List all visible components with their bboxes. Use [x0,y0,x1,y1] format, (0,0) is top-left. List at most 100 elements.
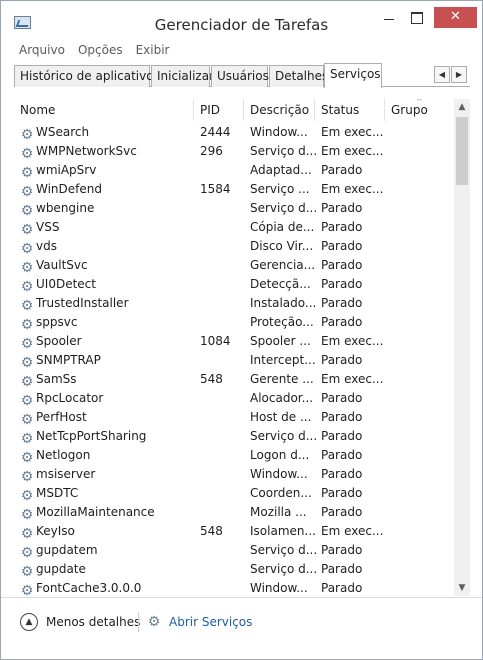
less-details-button[interactable]: ▲ Menos detalhes [20,612,140,632]
service-row[interactable]: ⚙ WinDefend 1584 Serviço ... Em exec... [14,180,454,199]
service-status: Parado [321,163,363,177]
service-group [391,218,451,237]
service-row[interactable]: ⚙ gupdate Serviço d... Parado [14,560,454,579]
service-row[interactable]: ⚙ FontCache3.0.0.0 Window... Parado [14,579,454,596]
gear-icon: ⚙ [20,127,34,142]
service-pid [200,541,244,560]
service-pid: 296 [200,144,223,158]
vertical-scrollbar[interactable]: ▲ ▼ [454,99,470,596]
service-row[interactable]: ⚙ WMPNetworkSvc 296 Serviço d... Em exec... [14,142,454,161]
service-row[interactable]: ⚙ Spooler 1084 Spooler ... Em exec... [14,332,454,351]
service-group [391,522,451,541]
service-status: Em exec... [321,182,384,196]
service-name: ⚙ VSS [20,218,196,237]
service-row[interactable]: ⚙ MozillaMaintenance Mozilla ... Parado [14,503,454,522]
service-row[interactable]: ⚙ WSearch 2444 Window... Em exec... [14,123,454,142]
service-row[interactable]: ⚙ MSDTC Coorden... Parado [14,484,454,503]
service-name: ⚙ WinDefend [20,180,196,199]
column-name[interactable]: Nome [14,99,194,121]
gear-icon: ⚙ [20,241,34,256]
task-manager-window: Gerenciador de Tarefas ✕ Arquivo Opções … [0,0,483,660]
service-row[interactable]: ⚙ RpcLocator Alocador... Parado [14,389,454,408]
tab-startup[interactable]: Inicializar [151,65,214,87]
footer-divider [138,612,139,632]
service-pid [200,465,244,484]
service-status: Parado [321,391,363,405]
scroll-up-icon[interactable]: ▲ [454,99,470,115]
service-row[interactable]: ⚙ vds Disco Vir... Parado [14,237,454,256]
service-row[interactable]: ⚙ SNMPTRAP Intercept... Parado [14,351,454,370]
menu-opcoes[interactable]: Opções [78,43,123,57]
service-pid [200,256,244,275]
service-status: Parado [321,429,363,443]
gear-icon: ⚙ [20,412,34,427]
scroll-thumb[interactable] [456,117,468,185]
service-status: Em exec... [321,372,384,386]
close-button[interactable]: ✕ [434,7,477,28]
service-row[interactable]: ⚙ SamSs 548 Gerente ... Em exec... [14,370,454,389]
gear-icon: ⚙ [20,222,34,237]
gear-icon: ⚙ [20,317,34,332]
gear-icon: ⚙ [20,507,34,522]
service-row[interactable]: ⚙ wmiApSrv Adaptad... Parado [14,161,454,180]
gear-icon: ⚙ [20,146,34,161]
service-row[interactable]: ⚙ wbengine Serviço d... Parado [14,199,454,218]
gear-icon: ⚙ [20,165,34,180]
service-row[interactable]: ⚙ TrustedInstaller Instalado... Parado [14,294,454,313]
service-row[interactable]: ⚙ VaultSvc Gerencia... Parado [14,256,454,275]
service-group [391,408,451,427]
menu-arquivo[interactable]: Arquivo [19,43,65,57]
service-row[interactable]: ⚙ KeyIso 548 Isolamen... Em exec... [14,522,454,541]
tab-scroll-left-button[interactable]: ◀ [434,66,450,83]
title-bar[interactable]: Gerenciador de Tarefas ✕ [1,1,482,39]
service-name: ⚙ SNMPTRAP [20,351,196,370]
tab-scroll-right-button[interactable]: ▶ [451,66,467,83]
column-pid[interactable]: PID [194,99,244,121]
service-name: ⚙ Spooler [20,332,196,351]
tab-app-history[interactable]: Histórico de aplicativos [14,65,160,87]
tab-services[interactable]: Serviços [324,63,382,88]
gear-icon: ⚙ [20,431,34,446]
service-name-label: WSearch [36,125,90,139]
service-name: ⚙ UI0Detect [20,275,196,294]
service-row[interactable]: ⚙ gupdatem Serviço d... Parado [14,541,454,560]
service-pid [200,351,244,370]
minimize-button[interactable] [375,7,403,29]
service-rows: ⚙ WSearch 2444 Window... Em exec... ⚙ WMPNetwo… [14,123,454,596]
column-description[interactable]: Descrição [244,99,315,121]
service-row[interactable]: ⚙ PerfHost Host de ... Parado [14,408,454,427]
menu-exibir[interactable]: Exibir [136,43,170,57]
service-status: Parado [321,486,363,500]
service-name: ⚙ MSDTC [20,484,196,503]
service-group [391,370,451,389]
service-description: Serviço d... [250,201,316,215]
service-name: ⚙ FontCache3.0.0.0 [20,579,196,596]
scroll-down-icon[interactable]: ▼ [454,580,470,596]
service-name-label: SNMPTRAP [36,353,101,367]
service-name-label: SamSs [36,372,77,386]
service-description: Proteção... [250,315,314,329]
service-row[interactable]: ⚙ NetTcpPortSharing Serviço d... Parado [14,427,454,446]
maximize-button[interactable] [403,7,431,29]
service-name-label: WinDefend [36,182,102,196]
service-group [391,294,451,313]
service-name-label: gupdatem [36,543,98,557]
service-row[interactable]: ⚙ VSS Cópia de... Parado [14,218,454,237]
gear-icon: ⚙ [20,488,34,503]
service-row[interactable]: ⚙ Netlogon Logon d... Parado [14,446,454,465]
tab-users[interactable]: Usuários [211,65,269,87]
service-row[interactable]: ⚙ sppsvc Proteção... Parado [14,313,454,332]
open-services-link[interactable]: ⚙ Abrir Serviços [147,612,253,632]
column-status[interactable]: Status [315,99,385,121]
gear-icon: ⚙ [147,614,161,630]
service-status: Parado [321,581,363,595]
service-name: ⚙ PerfHost [20,408,196,427]
service-group [391,351,451,370]
service-row[interactable]: ⚙ msiserver Window... Parado [14,465,454,484]
service-group [391,560,451,579]
service-row[interactable]: ⚙ UI0Detect Detecçã... Parado [14,275,454,294]
service-status: Em exec... [321,125,384,139]
service-name: ⚙ gupdatem [20,541,196,560]
tab-details[interactable]: Detalhes [269,65,328,87]
gear-icon: ⚙ [20,469,34,484]
